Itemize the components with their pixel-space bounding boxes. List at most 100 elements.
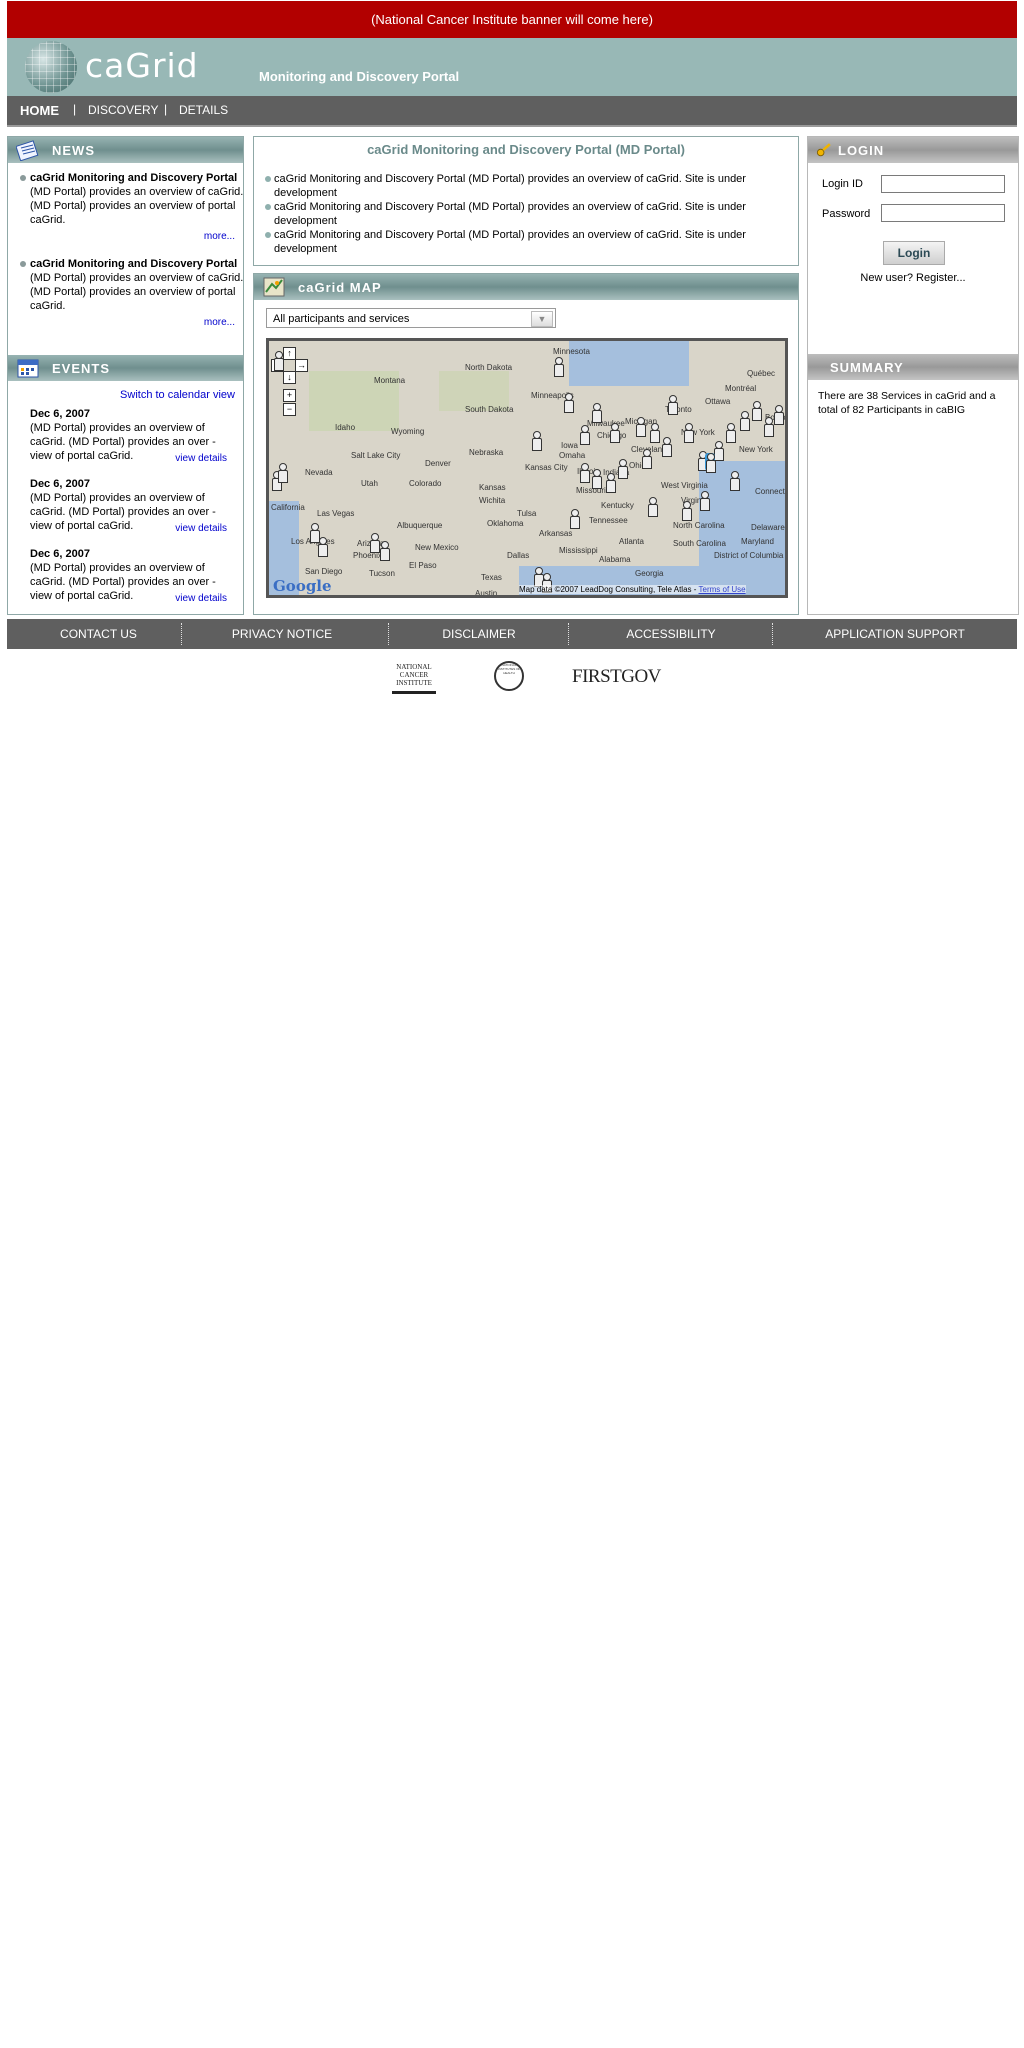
- map-label: Georgia: [635, 569, 664, 578]
- bullet-icon: [265, 176, 271, 182]
- map-label: Colorado: [409, 479, 442, 488]
- nav-home[interactable]: HOME: [20, 103, 59, 118]
- view-details-link[interactable]: view details: [175, 593, 227, 604]
- participant-pin-icon[interactable]: [273, 351, 284, 371]
- events-header: EVENTS: [8, 355, 243, 381]
- view-details-link[interactable]: view details: [175, 523, 227, 534]
- news-more-link[interactable]: more...: [204, 317, 235, 328]
- participant-pin-icon[interactable]: [739, 411, 750, 431]
- map-label: West Virginia: [661, 481, 708, 490]
- bullet-icon: [20, 175, 26, 181]
- participant-pin-icon[interactable]: [729, 471, 740, 491]
- participant-pin-icon[interactable]: [763, 417, 774, 437]
- participant-pin-icon[interactable]: [569, 509, 580, 529]
- nav-details[interactable]: DETAILS: [179, 103, 228, 117]
- news-item: caGrid Monitoring and Discovery Portal (…: [20, 171, 246, 227]
- view-details-link[interactable]: view details: [175, 453, 227, 464]
- participant-pin-icon[interactable]: [617, 459, 628, 479]
- participant-pin-icon[interactable]: [531, 431, 542, 451]
- map-label: South Carolina: [673, 539, 726, 548]
- zoom-in-icon[interactable]: +: [283, 389, 296, 402]
- map-label: Atlanta: [619, 537, 644, 546]
- map-label: Nebraska: [469, 448, 504, 457]
- intro-line: caGrid Monitoring and Discovery Portal (…: [265, 200, 774, 228]
- news-title: caGrid Monitoring and Discovery Portal: [30, 172, 238, 184]
- news-title: caGrid Monitoring and Discovery Portal: [30, 258, 238, 270]
- participant-pin-icon[interactable]: [579, 463, 590, 483]
- participants-map[interactable]: North Dakota Minnesota Montana South Dak…: [266, 338, 788, 598]
- participant-pin-icon[interactable]: [661, 437, 672, 457]
- participant-pin-icon[interactable]: [649, 423, 660, 443]
- participant-pin-icon[interactable]: [591, 469, 602, 489]
- participant-pin-icon[interactable]: [579, 425, 590, 445]
- news-more-link[interactable]: more...: [204, 231, 235, 242]
- chevron-down-icon[interactable]: ▼: [531, 311, 553, 327]
- pan-down-icon[interactable]: ↓: [283, 371, 296, 384]
- participant-pin-icon[interactable]: [667, 395, 678, 415]
- terms-of-use-link[interactable]: Terms of Use: [699, 585, 746, 594]
- map-label: New Mexico: [415, 543, 459, 552]
- participant-pin-icon[interactable]: [379, 541, 390, 561]
- intro-line: caGrid Monitoring and Discovery Portal (…: [265, 228, 774, 256]
- register-link[interactable]: New user? Register...: [808, 272, 1018, 284]
- participant-pin-icon[interactable]: [605, 473, 616, 493]
- nih-seal-logo[interactable]: NATIONAL INSTITUTES OF HEALTH: [494, 661, 524, 691]
- map-label: Kentucky: [601, 501, 634, 510]
- calendar-view-link[interactable]: Switch to calendar view: [120, 389, 235, 401]
- map-label: Salt Lake City: [351, 451, 401, 460]
- participant-pin-icon[interactable]: [277, 463, 288, 483]
- map-label: Minnesota: [553, 347, 590, 356]
- participant-pin-icon[interactable]: [563, 393, 574, 413]
- map-label: Dallas: [507, 551, 530, 560]
- nav-discovery[interactable]: DISCOVERY: [88, 103, 158, 117]
- firstgov-logo[interactable]: FIRSTGOV: [572, 666, 661, 688]
- participant-pin-icon[interactable]: [699, 491, 710, 511]
- footer-contact-us[interactable]: CONTACT US: [7, 627, 190, 641]
- google-logo: Google: [273, 577, 332, 595]
- map-label: Denver: [425, 459, 451, 468]
- participant-pin-icon[interactable]: [641, 449, 652, 469]
- participant-pin-icon[interactable]: [635, 417, 646, 437]
- password-input[interactable]: [881, 204, 1005, 222]
- participant-pin-icon[interactable]: [681, 501, 692, 521]
- news-body: (MD Portal) provides an overview of caGr…: [30, 186, 244, 226]
- map-label: Connecticut: [755, 487, 787, 496]
- map-label: Wichita: [479, 496, 506, 505]
- news-header: NEWS: [8, 137, 243, 163]
- map-label: Texas: [481, 573, 502, 582]
- map-label: Kansas City: [525, 463, 568, 472]
- participant-pin-icon[interactable]: [751, 401, 762, 421]
- service-pin-icon[interactable]: [705, 453, 716, 473]
- intro-title: caGrid Monitoring and Discovery Portal (…: [367, 142, 685, 157]
- participant-pin-icon[interactable]: [683, 423, 694, 443]
- participant-pin-icon[interactable]: [609, 423, 620, 443]
- footer-accessibility[interactable]: ACCESSIBILITY: [569, 627, 773, 641]
- participant-pin-icon[interactable]: [725, 423, 736, 443]
- nci-logo[interactable]: NATIONAL CANCER INSTITUTE: [392, 663, 436, 694]
- map-label: Montréal: [725, 384, 757, 393]
- map-label: Nevada: [305, 468, 333, 477]
- login-button[interactable]: Login: [883, 241, 945, 265]
- login-id-input[interactable]: [881, 175, 1005, 193]
- pan-right-icon[interactable]: →: [295, 359, 308, 372]
- map-label: Las Vegas: [317, 509, 355, 518]
- participant-pin-icon[interactable]: [369, 533, 380, 553]
- news-item: caGrid Monitoring and Discovery Portal (…: [20, 257, 246, 313]
- participant-pin-icon[interactable]: [773, 405, 784, 425]
- footer-application-support[interactable]: APPLICATION SUPPORT: [773, 627, 1017, 641]
- footer-disclaimer[interactable]: DISCLAIMER: [389, 627, 569, 641]
- nav-separator: |: [164, 102, 168, 116]
- participant-pin-icon[interactable]: [317, 537, 328, 557]
- participant-pin-icon[interactable]: [591, 403, 602, 423]
- map-label: Austin: [475, 589, 498, 598]
- intro-panel: caGrid Monitoring and Discovery Portal (…: [253, 136, 799, 266]
- footer-privacy-notice[interactable]: PRIVACY NOTICE: [182, 627, 382, 641]
- participants-select[interactable]: All participants and services ▼: [266, 308, 556, 328]
- participant-pin-icon[interactable]: [647, 497, 658, 517]
- participant-pin-icon[interactable]: [553, 357, 564, 377]
- intro-line: caGrid Monitoring and Discovery Portal (…: [265, 172, 774, 200]
- zoom-out-icon[interactable]: −: [283, 403, 296, 416]
- map-label: Tucson: [369, 569, 395, 578]
- key-icon: [816, 143, 831, 157]
- map-label: Tulsa: [517, 509, 537, 518]
